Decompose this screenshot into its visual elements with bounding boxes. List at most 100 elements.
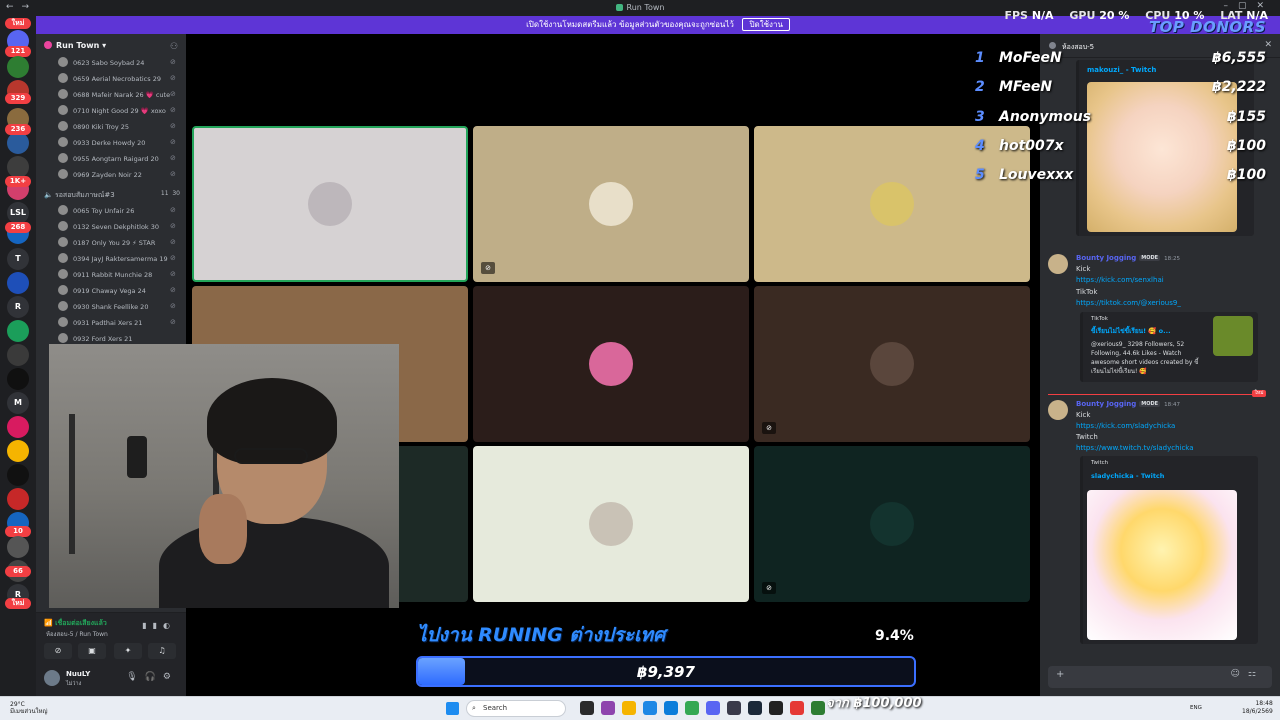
- deafened-icon: ⊘: [170, 138, 176, 146]
- soundboard-button[interactable]: ♫: [148, 643, 176, 659]
- taskbar-app-icon[interactable]: [706, 701, 720, 715]
- taskbar-app-icon[interactable]: [811, 701, 825, 715]
- taskbar-app-icon[interactable]: [769, 701, 783, 715]
- language-indicator[interactable]: ENG: [1190, 705, 1202, 711]
- voice-member[interactable]: 0890 Kiki Troy 25: [58, 120, 178, 134]
- voice-member[interactable]: 0919 Chaway Vega 24: [58, 284, 178, 298]
- embed-thumbnail[interactable]: [1087, 490, 1237, 640]
- voice-member[interactable]: 0710 Night Good 29 💗 xoxo: [58, 104, 178, 118]
- voice-member[interactable]: 0688 Mafeir Narak 26 💗 cute: [58, 88, 178, 102]
- voice-location[interactable]: ห้องสอบ-5 / Run Town: [46, 629, 108, 639]
- message-link[interactable]: https://www.twitch.tv/sladychicka: [1076, 444, 1194, 452]
- message-author[interactable]: Bounty Jogging MODE 18:25: [1076, 254, 1180, 262]
- embed-title[interactable]: sladychicka - Twitch: [1091, 472, 1164, 480]
- message-author[interactable]: Bounty Jogging MODE 18:47: [1076, 400, 1180, 408]
- voice-member[interactable]: 0065 Toy Unfair 26: [58, 204, 178, 218]
- participant-tile[interactable]: ⊘: [754, 286, 1030, 442]
- avatar: [589, 182, 633, 226]
- participant-tile[interactable]: ⊘: [754, 446, 1030, 602]
- disable-streamer-mode-button[interactable]: ปิดใช้งาน: [742, 18, 790, 31]
- screen-share-button[interactable]: ▣: [78, 643, 106, 659]
- message-text: Kick: [1076, 411, 1091, 419]
- voice-member[interactable]: 0911 Rabbit Munchie 28: [58, 268, 178, 282]
- taskbar-app-icon[interactable]: [685, 701, 699, 715]
- add-member-icon[interactable]: ⚇: [170, 42, 178, 52]
- voice-panel-controls[interactable]: ▮▮◐: [142, 621, 176, 630]
- voice-member[interactable]: 0969 Zayden Noir 22: [58, 168, 178, 182]
- server-icon[interactable]: [7, 464, 29, 486]
- voice-status: 📶 เชื่อมต่อเสียงแล้ว: [44, 619, 107, 627]
- voice-member[interactable]: 0659 Aerial Necrobatics 29: [58, 72, 178, 86]
- avatar: [58, 169, 68, 179]
- message-input[interactable]: + ☺⚏: [1048, 666, 1272, 688]
- server-icon[interactable]: [7, 272, 29, 294]
- taskbar-app-icon[interactable]: [601, 701, 615, 715]
- top-donors-title: TOP DONORS: [1148, 18, 1266, 36]
- voice-member[interactable]: 0931 Padthai Xers 21: [58, 316, 178, 330]
- taskbar-app-icon[interactable]: [664, 701, 678, 715]
- activities-button[interactable]: ✦: [114, 643, 142, 659]
- voice-member[interactable]: 0132 Seven Dekphitlok 30: [58, 220, 178, 234]
- server-icon[interactable]: [7, 368, 29, 390]
- user-controls[interactable]: 🎙🎧⚙: [126, 672, 178, 682]
- server-icon[interactable]: M: [7, 392, 29, 414]
- message-link[interactable]: https://kick.com/sladychicka: [1076, 422, 1175, 430]
- server-icon[interactable]: [7, 156, 29, 178]
- server-icon[interactable]: [7, 416, 29, 438]
- server-icon[interactable]: [7, 132, 29, 154]
- server-rail: ใหม่ 121 329 236 1K+ LSL 268 T R M 10 66…: [0, 16, 36, 696]
- server-name[interactable]: Run Town ▾: [44, 41, 106, 50]
- weather-widget[interactable]: 29°C มีเมฆส่วนใหญ่: [10, 701, 48, 715]
- server-icon[interactable]: [7, 488, 29, 510]
- embed-thumbnail[interactable]: [1087, 82, 1237, 232]
- avatar[interactable]: [44, 670, 60, 686]
- voice-member[interactable]: 0933 Derke Howdy 20: [58, 136, 178, 150]
- voice-member[interactable]: 0394 JayJ Raktersamerma 19: [58, 252, 178, 266]
- embed-title[interactable]: makouzi_ - Twitch: [1087, 66, 1156, 74]
- taskbar-app-icon[interactable]: [727, 701, 741, 715]
- voice-member[interactable]: 0955 Aongtarn Raigard 20: [58, 152, 178, 166]
- taskbar-app-icon[interactable]: [790, 701, 804, 715]
- voice-member[interactable]: 0187 Only You 29 ⚡ STAR: [58, 236, 178, 250]
- avatar[interactable]: [1048, 254, 1068, 274]
- voice-channel[interactable]: 🔈 รอสอบสัมภาษณ์#3 11 30: [44, 190, 184, 201]
- deafened-icon: ⊘: [170, 74, 176, 82]
- message-link[interactable]: https://tiktok.com/@xerious9_: [1076, 299, 1181, 307]
- taskbar-app-icon[interactable]: [643, 701, 657, 715]
- taskbar-app-icon[interactable]: [748, 701, 762, 715]
- server-icon[interactable]: R: [7, 296, 29, 318]
- message-link[interactable]: https://kick.com/senxlhai: [1076, 276, 1164, 284]
- avatar[interactable]: [1048, 400, 1068, 420]
- embed-description: @xerious9_ 3298 Followers, 52 Following,…: [1091, 341, 1199, 375]
- server-icon[interactable]: LSL: [7, 202, 29, 224]
- server-icon[interactable]: [7, 56, 29, 78]
- taskbar-clock[interactable]: 18:48 18/6/2569: [1242, 700, 1273, 716]
- camera-off-button[interactable]: ⊘: [44, 643, 72, 659]
- server-icon[interactable]: [7, 440, 29, 462]
- server-icon[interactable]: [7, 344, 29, 366]
- participant-tile[interactable]: [473, 446, 749, 602]
- voice-member[interactable]: 0623 Sabo Soybad 24: [58, 56, 178, 70]
- participant-tile[interactable]: [473, 286, 749, 442]
- embed-title[interactable]: ขี้เรียนไม่ไข่ขี้เรียน! 🥰 o...: [1091, 326, 1171, 336]
- link-embed[interactable]: Twitch sladychicka - Twitch: [1080, 456, 1258, 644]
- voice-member[interactable]: 0930 Shank Feellike 20: [58, 300, 178, 314]
- server-icon[interactable]: [7, 536, 29, 558]
- avatar: [58, 333, 68, 343]
- emoji-controls[interactable]: ☺⚏: [1231, 669, 1264, 679]
- add-attachment-icon[interactable]: +: [1056, 669, 1064, 680]
- taskbar-app-icon[interactable]: [622, 701, 636, 715]
- embed-thumbnail[interactable]: [1213, 316, 1253, 356]
- donor-amount: ฿6,555: [1211, 50, 1266, 66]
- taskbar-search[interactable]: ⌕ Search: [466, 700, 566, 717]
- server-icon[interactable]: [7, 320, 29, 342]
- close-icon[interactable]: ✕: [1264, 40, 1272, 50]
- participant-tile[interactable]: [192, 126, 468, 282]
- start-button[interactable]: [446, 702, 459, 715]
- deafened-icon: ⊘: [170, 154, 176, 162]
- participant-tile[interactable]: ⊘: [473, 126, 749, 282]
- taskbar-app-icon[interactable]: [580, 701, 594, 715]
- server-icon[interactable]: T: [7, 248, 29, 270]
- username[interactable]: NuuLY: [66, 670, 90, 678]
- link-embed[interactable]: TikTok ขี้เรียนไม่ไข่ขี้เรียน! 🥰 o... @x…: [1080, 312, 1258, 382]
